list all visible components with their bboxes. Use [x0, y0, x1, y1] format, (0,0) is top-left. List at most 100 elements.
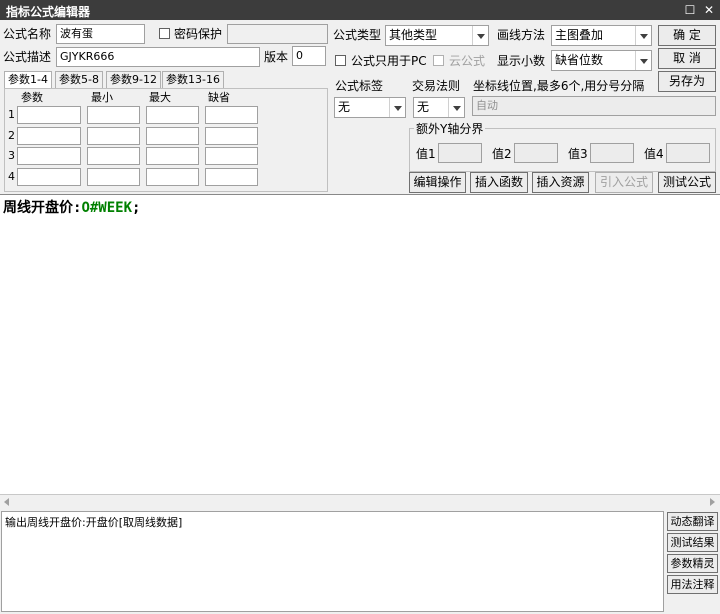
- test-formula-button[interactable]: 测试公式: [658, 172, 716, 193]
- translation-output: 输出周线开盘价:开盘价[取周线数据]: [1, 511, 664, 612]
- chevron-down-icon: [389, 98, 405, 117]
- formula-desc-label: 公式描述: [3, 50, 52, 64]
- code-line: 周线开盘价:O#WEEK;: [3, 197, 140, 217]
- code-terminator: ;: [132, 200, 141, 216]
- draw-method-value: 主图叠加: [555, 28, 604, 42]
- param-1-max[interactable]: [146, 106, 199, 124]
- output-panel: 输出周线开盘价:开盘价[取周线数据] 动态翻译 测试结果 参数精灵 用法注释: [0, 509, 720, 614]
- val1-input[interactable]: [438, 143, 482, 163]
- pc-only-label: 公式只用于PC: [351, 54, 427, 68]
- param-row-label: 2: [8, 129, 15, 142]
- insert-function-button[interactable]: 插入函数: [470, 172, 528, 193]
- tab-params-9-12[interactable]: 参数9-12: [106, 71, 161, 88]
- scroll-right-icon[interactable]: [710, 498, 715, 506]
- draw-method-select[interactable]: 主图叠加: [551, 25, 652, 46]
- window-title: 指标公式编辑器: [6, 5, 91, 19]
- cloud-formula-checkbox[interactable]: [433, 55, 444, 66]
- val3-input[interactable]: [590, 143, 634, 163]
- formula-name-label: 公式名称: [3, 27, 52, 41]
- param-1-name[interactable]: [17, 106, 81, 124]
- insert-resource-button[interactable]: 插入资源: [532, 172, 589, 193]
- val2-input[interactable]: [514, 143, 558, 163]
- param-header-default: 缺省: [208, 91, 230, 104]
- test-result-button[interactable]: 测试结果: [667, 533, 718, 552]
- param-2-name[interactable]: [17, 127, 81, 145]
- param-4-default[interactable]: [205, 168, 258, 186]
- tab-params-1-4[interactable]: 参数1-4: [4, 71, 52, 89]
- formula-name-input[interactable]: 波有蛋: [56, 24, 145, 44]
- cancel-button[interactable]: 取 消: [658, 48, 716, 69]
- code-var-name: 周线开盘价: [3, 200, 73, 216]
- param-1-default[interactable]: [205, 106, 258, 124]
- dynamic-translate-button[interactable]: 动态翻译: [667, 512, 718, 531]
- ok-button[interactable]: 确 定: [658, 25, 716, 46]
- scroll-left-icon[interactable]: [4, 498, 9, 506]
- formula-type-select[interactable]: 其他类型: [385, 25, 489, 46]
- horizontal-scrollbar[interactable]: [0, 494, 720, 509]
- pc-only-checkbox[interactable]: [335, 55, 346, 66]
- chevron-down-icon: [448, 98, 464, 117]
- formula-tag-select[interactable]: 无: [334, 97, 406, 118]
- param-4-name[interactable]: [17, 168, 81, 186]
- param-2-min[interactable]: [87, 127, 140, 145]
- param-row-label: 1: [8, 108, 15, 121]
- formula-desc-input[interactable]: GJYKR666: [56, 47, 260, 67]
- usage-notes-button[interactable]: 用法注释: [667, 575, 718, 594]
- val3-label: 值3: [568, 147, 588, 161]
- formula-type-value: 其他类型: [389, 28, 438, 42]
- properties-panel: 公式名称 波有蛋 密码保护 公式描述 GJYKR666 版本 0 公式类型 其他…: [0, 20, 720, 194]
- trade-rule-label: 交易法则: [412, 79, 461, 93]
- formula-tag-label: 公式标签: [335, 79, 384, 93]
- code-editor[interactable]: 周线开盘价:O#WEEK;: [0, 194, 720, 494]
- chevron-down-icon: [472, 26, 488, 45]
- tab-params-13-16[interactable]: 参数13-16: [162, 71, 224, 88]
- val2-label: 值2: [492, 147, 512, 161]
- close-icon[interactable]: ✕: [701, 2, 717, 18]
- param-4-max[interactable]: [146, 168, 199, 186]
- password-checkbox[interactable]: [159, 28, 170, 39]
- draw-method-label: 画线方法: [497, 28, 546, 42]
- decimals-value: 缺省位数: [555, 53, 604, 67]
- restore-icon[interactable]: ☐: [682, 2, 698, 18]
- formula-type-label: 公式类型: [333, 28, 382, 42]
- param-4-min[interactable]: [87, 168, 140, 186]
- code-function: O#WEEK: [81, 200, 133, 216]
- tab-params-5-8[interactable]: 参数5-8: [55, 71, 103, 88]
- coord-line-label: 坐标线位置,最多6个,用分号分隔: [473, 79, 645, 93]
- password-input[interactable]: [227, 24, 328, 44]
- decimals-select[interactable]: 缺省位数: [551, 50, 652, 71]
- val4-label: 值4: [644, 147, 664, 161]
- trade-rule-select[interactable]: 无: [413, 97, 465, 118]
- val1-label: 值1: [416, 147, 436, 161]
- password-label: 密码保护: [174, 27, 223, 41]
- save-as-button[interactable]: 另存为: [658, 71, 716, 92]
- param-header-max: 最大: [149, 91, 171, 104]
- param-header-min: 最小: [91, 91, 113, 104]
- decimals-label: 显示小数: [497, 54, 546, 68]
- version-input[interactable]: 0: [292, 46, 326, 66]
- param-header-name: 参数: [21, 91, 43, 104]
- param-2-max[interactable]: [146, 127, 199, 145]
- param-3-name[interactable]: [17, 147, 81, 165]
- cloud-formula-label: 云公式: [449, 54, 486, 68]
- formula-tag-value: 无: [338, 100, 351, 114]
- param-row-label: 3: [8, 149, 15, 162]
- version-label: 版本: [264, 50, 289, 64]
- chevron-down-icon: [635, 51, 651, 70]
- y-axis-label: 额外Y轴分界: [414, 121, 486, 137]
- param-row-label: 4: [8, 170, 15, 183]
- coord-line-input[interactable]: 自动: [472, 96, 716, 116]
- chevron-down-icon: [635, 26, 651, 45]
- trade-rule-value: 无: [417, 100, 430, 114]
- param-2-default[interactable]: [205, 127, 258, 145]
- title-bar: 指标公式编辑器 ☐ ✕: [0, 0, 720, 20]
- val4-input[interactable]: [666, 143, 710, 163]
- param-wizard-button[interactable]: 参数精灵: [667, 554, 718, 573]
- param-3-min[interactable]: [87, 147, 140, 165]
- import-formula-button[interactable]: 引入公式: [595, 172, 653, 193]
- param-3-max[interactable]: [146, 147, 199, 165]
- param-3-default[interactable]: [205, 147, 258, 165]
- param-1-min[interactable]: [87, 106, 140, 124]
- params-grid: 参数 最小 最大 缺省 1 2 3 4: [4, 88, 328, 192]
- edit-operation-button[interactable]: 编辑操作: [409, 172, 466, 193]
